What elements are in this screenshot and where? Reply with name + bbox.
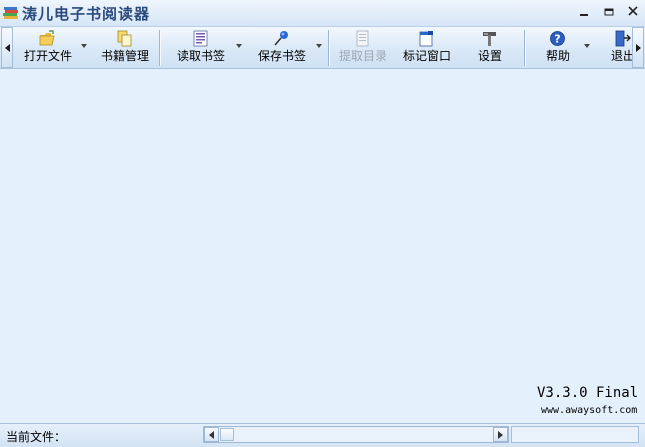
reading-area[interactable]: [0, 69, 645, 423]
toolbar-scroll-left[interactable]: [1, 27, 13, 68]
save-bookmark-label: 保存书签: [257, 49, 306, 63]
help-dropdown-icon[interactable]: [584, 44, 590, 48]
read-bookmark-button[interactable]: 读取书签: [171, 27, 231, 68]
read-bookmark-dropdown-icon[interactable]: [236, 44, 242, 48]
triangle-left-icon: [209, 431, 214, 439]
library-label: 书籍管理: [100, 49, 149, 63]
maximize-button[interactable]: [600, 4, 618, 22]
svg-text:?: ?: [554, 33, 560, 46]
folder-open-icon: [39, 30, 55, 46]
mark-window-label: 标记窗口: [402, 49, 451, 63]
flag-document-icon: [419, 31, 433, 47]
exit-button[interactable]: 退出: [606, 27, 632, 68]
toolbar-separator: [328, 30, 329, 66]
extract-toc-button[interactable]: 提取目录: [334, 27, 392, 68]
toolbar-scroll-right[interactable]: [632, 27, 644, 68]
triangle-right-icon: [498, 431, 503, 439]
open-file-label: 打开文件: [23, 49, 72, 63]
open-file-dropdown-icon[interactable]: [81, 44, 87, 48]
help-button[interactable]: ? 帮助: [530, 27, 586, 68]
document-list-icon: [356, 30, 369, 47]
minimize-button[interactable]: [575, 4, 593, 22]
exit-door-icon: [615, 30, 631, 47]
book-copy-icon: [117, 30, 132, 47]
window-title: 涛儿电子书阅读器: [22, 5, 151, 23]
wrench-hammer-icon: [483, 32, 496, 46]
close-icon: [628, 6, 638, 16]
triangle-left-icon: [5, 44, 10, 52]
bookmark-list-icon: [193, 30, 208, 47]
minimize-icon: [580, 14, 588, 16]
current-file-label: 当前文件：: [6, 430, 67, 444]
read-bookmark-label: 读取书签: [176, 49, 225, 63]
website-text: www.awaysoft.com: [541, 405, 638, 416]
save-bookmark-button[interactable]: 保存书签: [252, 27, 312, 68]
settings-label: 设置: [477, 49, 502, 63]
settings-button[interactable]: 设置: [462, 27, 518, 68]
toolbar-separator: [524, 30, 525, 66]
help-label: 帮助: [545, 49, 570, 63]
version-text: V3.3.0 Final: [537, 385, 639, 401]
extract-toc-label: 提取目录: [338, 49, 387, 63]
close-button[interactable]: [624, 4, 642, 22]
book-stack-icon: [3, 7, 18, 19]
triangle-right-icon: [636, 44, 641, 52]
status-bar: 当前文件：: [0, 423, 645, 447]
scroll-thumb[interactable]: [220, 428, 234, 441]
save-bookmark-dropdown-icon[interactable]: [316, 44, 322, 48]
exit-label: 退出: [611, 49, 632, 63]
library-button[interactable]: 书籍管理: [96, 27, 154, 68]
mark-window-button[interactable]: 标记窗口: [398, 27, 456, 68]
toolbar: 打开文件 书籍管理 读取书签 保存书签 提取目录 标记窗口 设置 ? 帮助 退出: [0, 27, 645, 69]
help-circle-icon: ?: [550, 31, 565, 46]
maximize-icon: [604, 8, 614, 16]
scroll-left-button[interactable]: [204, 427, 219, 442]
horizontal-scrollbar[interactable]: [203, 426, 509, 443]
title-bar[interactable]: 涛儿电子书阅读器: [0, 0, 645, 27]
status-panel: [511, 426, 639, 443]
scroll-right-button[interactable]: [493, 427, 508, 442]
pushpin-icon: [274, 31, 288, 46]
toolbar-separator: [159, 30, 160, 66]
open-file-button[interactable]: 打开文件: [18, 27, 78, 68]
